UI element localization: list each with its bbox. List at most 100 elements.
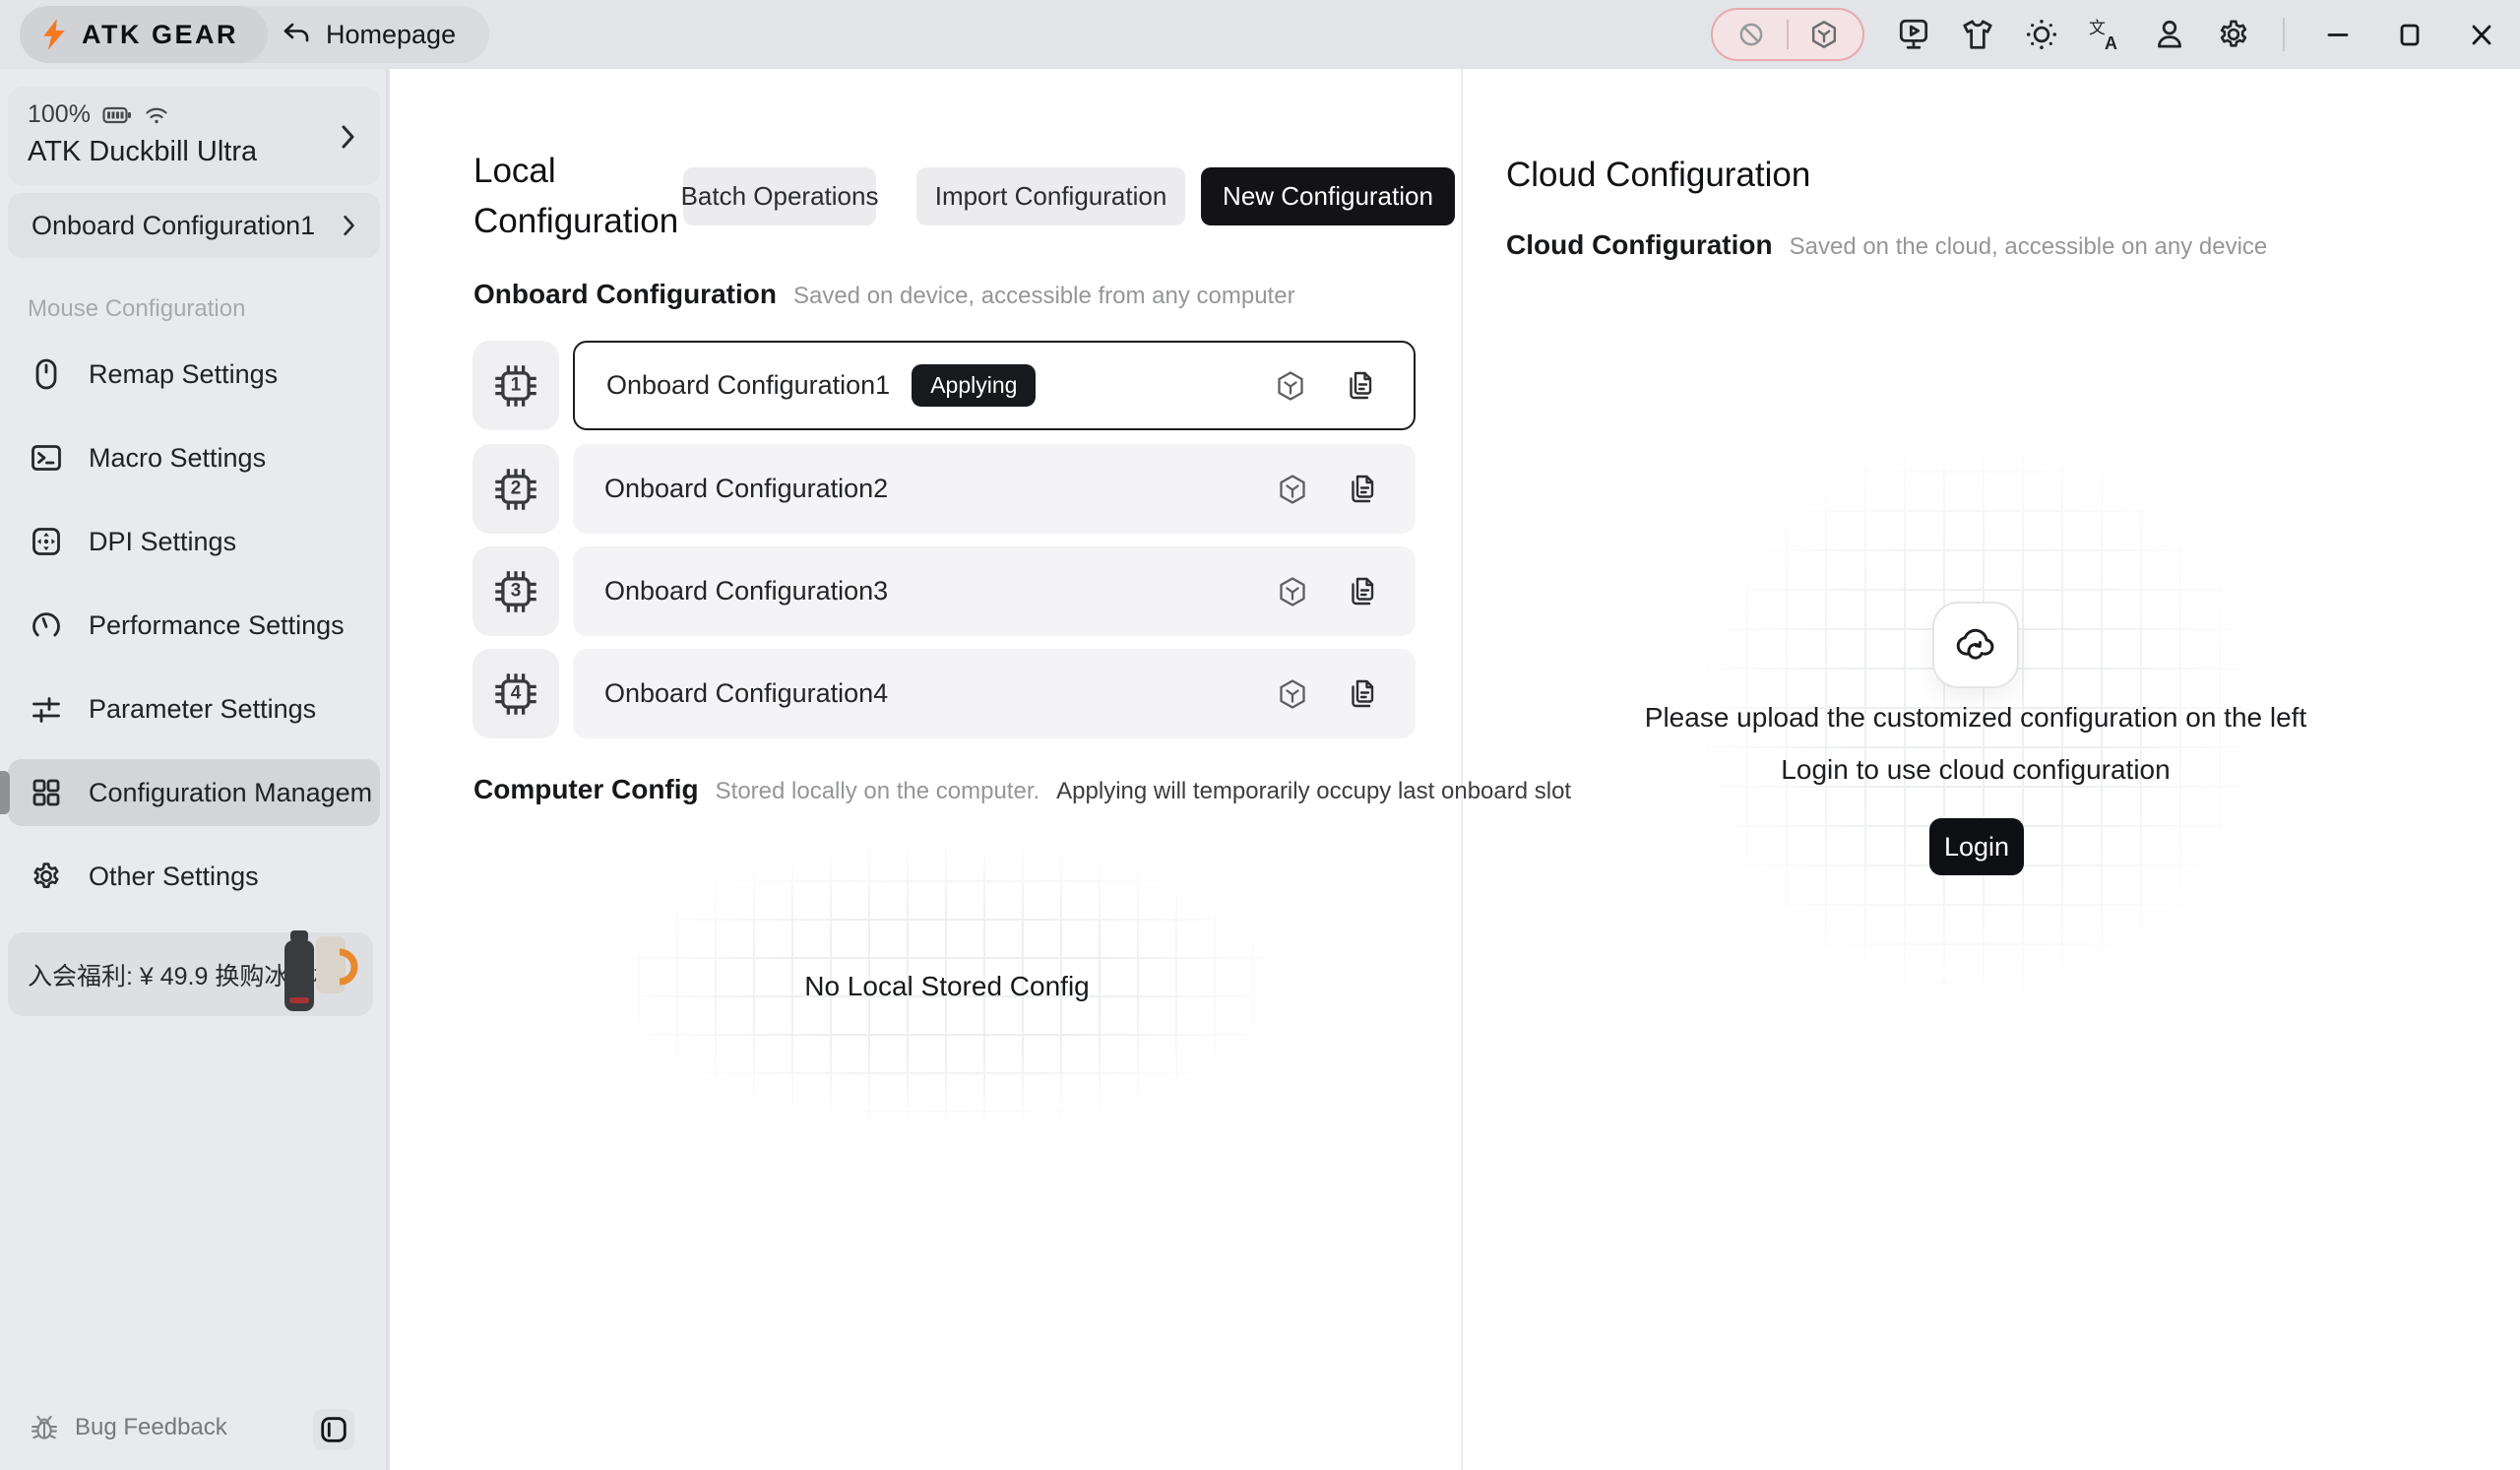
copy-config-icon[interactable] [1345,473,1378,506]
device-card[interactable]: 100% ATK Duckbil [8,87,380,186]
onboard-config-row-2[interactable]: 2 Onboard Configuration2 [472,444,1416,534]
slot-number: 3 [472,580,559,602]
atk-bolt-logo [39,18,69,51]
chevron-right-icon [343,214,356,237]
copy-config-icon[interactable] [1343,369,1376,403]
sidebar-nav: Remap Settings Macro Settings [8,341,380,910]
active-profile-card[interactable]: Onboard Configuration1 [8,193,380,258]
title-bar: ATK GEAR Homepage [0,0,2520,69]
config-card[interactable]: Onboard Configuration3 [573,546,1416,636]
import-configuration-button[interactable]: Import Configuration [916,167,1185,225]
battery-icon [102,106,132,124]
homepage-label: Homepage [326,20,456,50]
settings-gear-icon[interactable] [2215,16,2252,53]
sidebar-item-remap-settings[interactable]: Remap Settings [8,341,380,408]
mouse-icon [30,357,63,391]
homepage-button[interactable]: Homepage [268,6,481,63]
maximize-button[interactable] [2387,12,2432,57]
macro-terminal-icon [30,441,63,475]
brand-text: ATK GEAR [82,20,238,50]
bug-feedback-button[interactable]: Bug Feedback [30,1413,227,1442]
batch-operations-button[interactable]: Batch Operations [683,167,876,225]
no-local-config-text: No Local Stored Config [599,971,1294,1002]
config-actions [1276,677,1378,711]
config-name: Onboard Configuration2 [604,474,888,504]
close-button[interactable] [2459,12,2504,57]
config-card[interactable]: Onboard Configuration4 [573,649,1416,738]
sidebar-section-label: Mouse Configuration [28,295,245,323]
login-button[interactable]: Login [1929,818,2024,875]
cloud-header-subtitle: Saved on the cloud, accessible on any de… [1790,233,2268,261]
slot-number: 4 [472,682,559,704]
sidebar-item-label: Performance Settings [89,610,345,641]
active-profile-label: Onboard Configuration1 [32,211,315,241]
onboard-config-row-3[interactable]: 3 Onboard Configuration3 [472,546,1416,636]
dpi-icon [30,525,63,558]
titlebar-actions: 文 A [1711,7,2504,62]
apply-cube-icon[interactable] [1274,369,1307,403]
onboard-config-row-4[interactable]: 4 Onboard Configuration4 [472,649,1416,738]
local-title: Local Configuration [473,146,710,246]
cloud-upload-card [1932,602,2019,688]
sidebar: 100% ATK Duckbil [0,69,388,1470]
cloud-title: Cloud Configuration [1506,156,1810,195]
sidebar-item-dpi-settings[interactable]: DPI Settings [8,508,380,575]
computer-config-title: Computer Config [473,774,699,805]
brightness-icon[interactable] [2023,16,2060,53]
config-card[interactable]: Onboard Configuration1 Applying [573,341,1416,430]
new-configuration-button[interactable]: New Configuration [1201,167,1455,225]
guard-divider [1787,20,1789,49]
sidebar-item-configuration-management[interactable]: Configuration Managem [8,759,380,826]
cloud-upload-hint: Please upload the customized configurati… [1463,702,2488,734]
status-guard-pill [1711,8,1864,61]
cloud-section-header: Cloud Configuration Saved on the cloud, … [1506,229,2267,261]
copy-config-icon[interactable] [1345,575,1378,608]
config-name: Onboard Configuration1 [606,370,890,401]
sidebar-item-parameter-settings[interactable]: Parameter Settings [8,675,380,742]
sidebar-item-macro-settings[interactable]: Macro Settings [8,424,380,491]
svg-text:文: 文 [2089,18,2106,37]
apply-cube-icon[interactable] [1276,575,1309,608]
copy-config-icon[interactable] [1345,677,1378,711]
chip-slot-icon: 2 [472,444,559,534]
cloud-header-title: Cloud Configuration [1506,229,1773,261]
device-status-row: 100% [28,100,169,129]
selected-indicator [0,771,10,814]
parameter-sliders-icon [30,692,63,726]
slot-number: 1 [472,374,559,396]
config-actions [1274,369,1376,403]
chip-slot-icon: 3 [472,546,559,636]
config-card[interactable]: Onboard Configuration2 [573,444,1416,534]
sidebar-item-performance-settings[interactable]: Performance Settings [8,592,380,659]
screen-play-icon[interactable] [1895,16,1932,53]
chevron-right-icon [341,124,356,150]
onboard-config-row-1[interactable]: 1 Onboard Configuration1 Applying [472,341,1416,430]
brand-pill[interactable]: ATK GEAR [20,6,268,63]
minimize-button[interactable] [2315,12,2361,57]
config-actions [1276,473,1378,506]
return-icon [282,21,311,48]
collapse-sidebar-button[interactable] [313,1409,354,1450]
device-shield-icon[interactable] [1805,16,1843,53]
chip-slot-icon: 1 [472,341,559,430]
translate-icon[interactable]: 文 A [2087,16,2124,53]
sidebar-item-label: Macro Settings [89,443,266,474]
config-grid-icon [30,776,63,809]
tshirt-icon[interactable] [1959,16,1996,53]
sidebar-item-label: Other Settings [89,862,259,892]
blocked-icon[interactable] [1732,16,1770,53]
apply-cube-icon[interactable] [1276,473,1309,506]
performance-gauge-icon [30,608,63,642]
promo-banner[interactable]: 入会福利: ¥ 49.9 换购冰霸杯 [8,932,373,1016]
window-controls-divider [2283,18,2285,51]
apply-cube-icon[interactable] [1276,677,1309,711]
sidebar-item-other-settings[interactable]: Other Settings [8,843,380,910]
account-icon[interactable] [2151,16,2188,53]
computer-config-header: Computer Config Stored locally on the co… [473,774,1571,805]
device-name: ATK Duckbill Ultra [28,136,257,168]
onboard-header-title: Onboard Configuration [473,279,777,310]
config-name: Onboard Configuration4 [604,678,888,709]
sidebar-item-label: DPI Settings [89,527,236,557]
slot-number: 2 [472,478,559,499]
sidebar-item-label: Parameter Settings [89,694,316,725]
